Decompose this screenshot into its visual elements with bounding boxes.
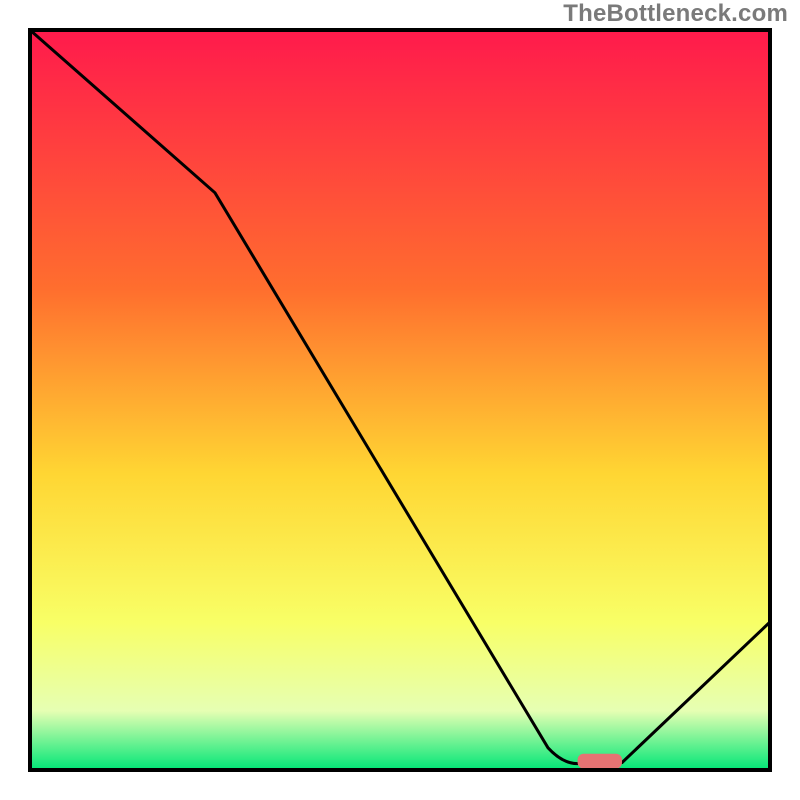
- plot-background: [30, 30, 770, 770]
- bottleneck-chart: [0, 0, 800, 800]
- optimum-marker: [578, 754, 622, 769]
- watermark-text: TheBottleneck.com: [563, 0, 788, 28]
- chart-container: TheBottleneck.com: [0, 0, 800, 800]
